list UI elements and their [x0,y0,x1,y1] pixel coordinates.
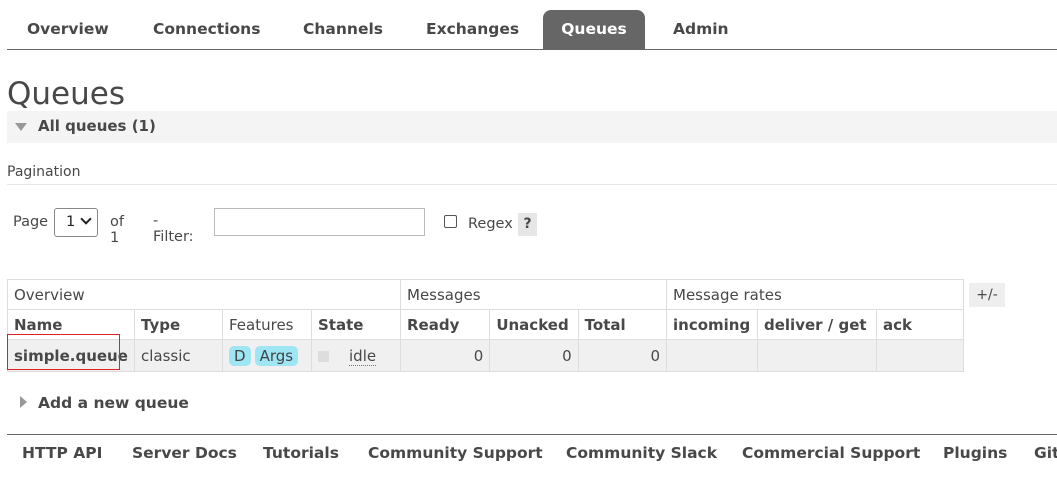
footer-link-plugins[interactable]: Plugins [943,444,1007,462]
footer-link-community-support[interactable]: Community Support [368,444,543,462]
footer-link-community-slack[interactable]: Community Slack [566,444,717,462]
help-button[interactable]: ? [518,213,537,236]
pagination-divider [7,184,1057,185]
col-features: Features [222,309,312,340]
unacked-count: 0 [489,339,579,372]
tab-exchanges[interactable]: Exchanges [426,10,519,49]
tab-overview[interactable]: Overview [27,10,109,49]
ack-rate [876,339,964,372]
tab-connections[interactable]: Connections [153,10,260,49]
page-title: Queues [7,76,125,112]
col-state[interactable]: State [311,309,401,340]
group-overview: Overview [7,279,401,310]
col-total[interactable]: Total [577,309,668,340]
page-select-value: 1 [66,214,76,230]
tab-admin[interactable]: Admin [673,10,729,49]
table-column-header: Name Type Features State Ready Unacked T… [7,309,964,340]
filter-label: - Filter: [153,213,194,245]
add-queue-label: Add a new queue [38,394,189,412]
group-messages: Messages [400,279,667,310]
col-ack[interactable]: ack [876,309,964,340]
filter-input[interactable] [214,208,425,236]
incoming-rate [666,339,758,372]
group-message-rates: Message rates [666,279,964,310]
page-label: Page [13,214,49,230]
section-title: All queues (1) [38,117,156,135]
toggle-columns-button[interactable]: +/- [969,283,1005,307]
footer-link-server-docs[interactable]: Server Docs [132,444,237,462]
col-incoming[interactable]: incoming [666,309,758,340]
collapse-triangle-icon [15,123,27,131]
col-type[interactable]: Type [134,309,223,340]
tab-channels[interactable]: Channels [303,10,383,49]
tab-queues[interactable]: Queues [543,10,645,49]
table-row: simple.queue classic D Args idle 0 0 0 [7,334,964,372]
col-deliver-get[interactable]: deliver / get [757,309,877,340]
footer-link-commercial-support[interactable]: Commercial Support [742,444,920,462]
table-group-header: Overview Messages Message rates [7,279,964,310]
regex-checkbox[interactable] [444,215,457,228]
queue-state: idle [311,339,401,372]
deliver-get-rate [757,339,877,372]
col-unacked[interactable]: Unacked [489,309,579,340]
footer-divider [7,434,1057,435]
state-label: idle [349,346,377,366]
footer-link-tutorials[interactable]: Tutorials [263,444,339,462]
chevron-down-icon [80,213,92,225]
ready-count: 0 [399,339,491,372]
queue-type: classic [134,339,223,372]
highlight-box [7,334,120,370]
queue-name-link[interactable]: simple.queue [7,334,135,372]
queues-table: Overview Messages Message rates Name Typ… [7,279,964,372]
state-indicator-icon [318,350,329,362]
feature-args-badge: Args [254,345,299,366]
page-count-label: of 1 [110,214,124,246]
total-count: 0 [577,339,668,372]
footer-link-http-api[interactable]: HTTP API [22,444,102,462]
expand-triangle-icon [20,396,27,408]
page-select[interactable]: 1 [54,208,98,237]
queue-features: D Args [222,339,312,372]
feature-durable-badge: D [229,345,251,366]
footer-link-git[interactable]: Git [1034,444,1057,462]
all-queues-section-toggle[interactable]: All queues (1) [7,111,1057,143]
regex-label: Regex [468,216,513,232]
main-nav: Overview Connections Channels Exchanges … [7,10,1057,50]
col-ready[interactable]: Ready [399,309,491,340]
pagination-label: Pagination [7,164,81,180]
